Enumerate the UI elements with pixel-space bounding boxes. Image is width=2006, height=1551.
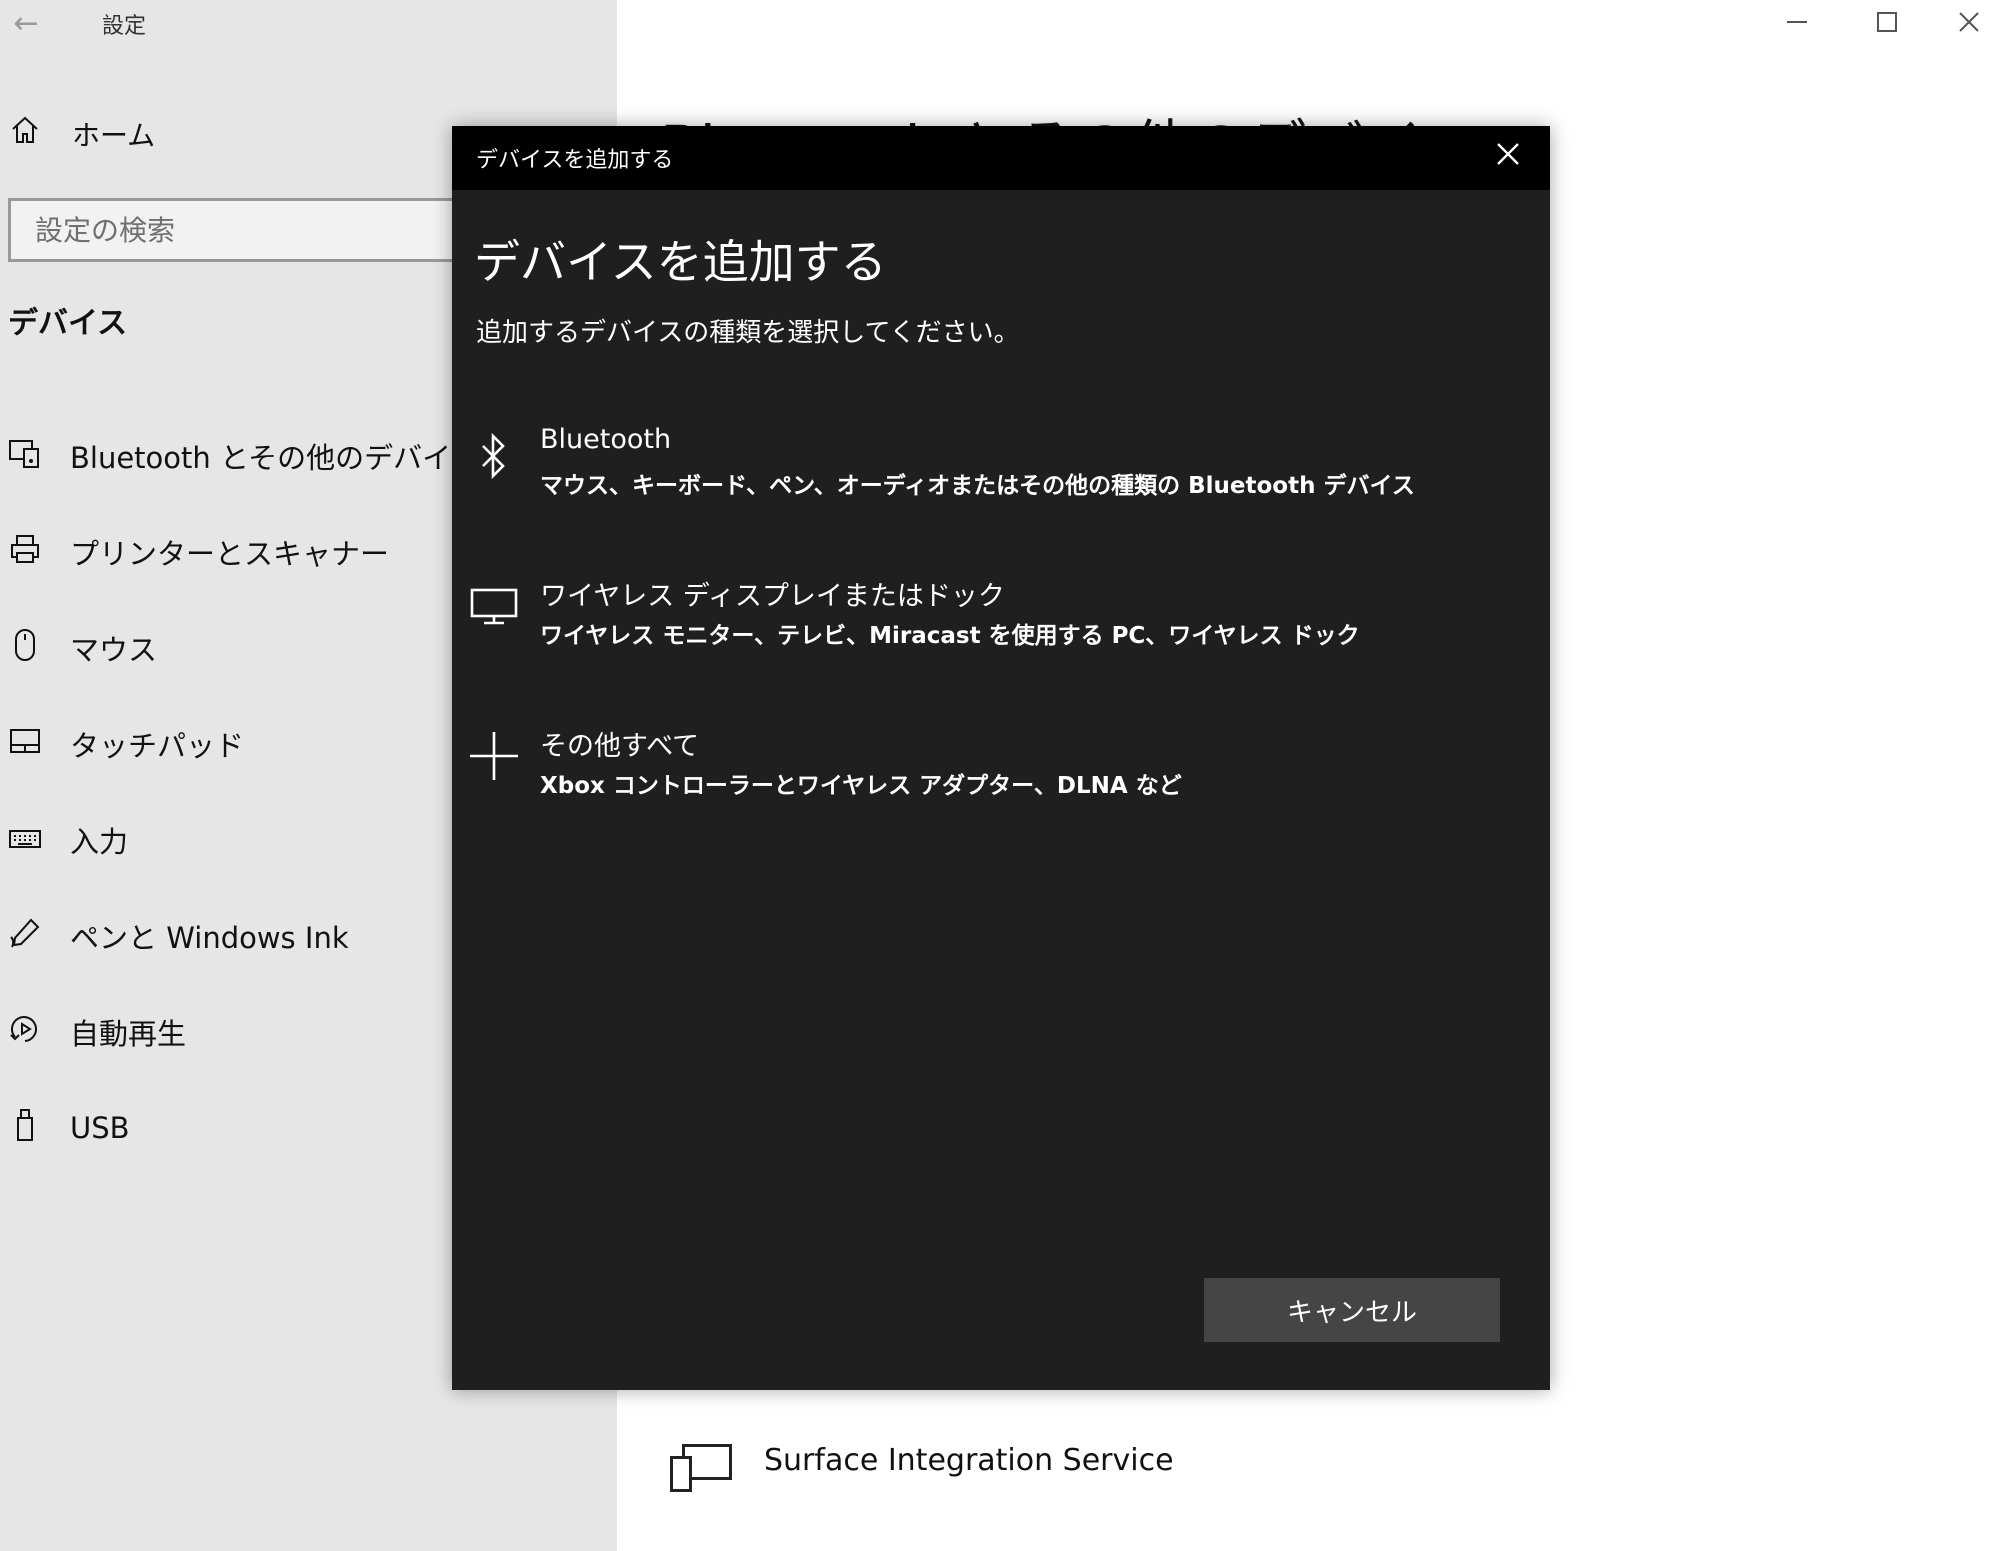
mouse-icon <box>0 628 50 669</box>
dialog-titlebar: デバイスを追加する <box>452 126 1550 190</box>
sidebar-item-label: USB <box>70 1111 130 1145</box>
option-description: ワイヤレス モニター、テレビ、Miracast を使用する PC、ワイヤレス ド… <box>540 623 1360 649</box>
dialog-subtitle: 追加するデバイスの種類を選択してください。 <box>476 318 1020 348</box>
autoplay-icon <box>0 1013 50 1052</box>
minimize-icon <box>1787 21 1807 23</box>
option-title: その他すべて <box>540 731 700 762</box>
sidebar-item-label: 入力 <box>70 825 129 859</box>
sidebar-item-label: ペンと Windows Ink <box>70 921 349 955</box>
maximize-icon <box>1877 12 1897 32</box>
cancel-button[interactable]: キャンセル <box>1204 1278 1500 1342</box>
home-icon <box>0 114 50 154</box>
option-title: Bluetooth <box>540 424 672 455</box>
minimize-button[interactable] <box>1752 0 1842 44</box>
sidebar-item-label: Bluetooth とその他のデバイス <box>70 441 480 475</box>
option-bluetooth[interactable]: Bluetooth マウス、キーボード、ペン、オーディオまたはその他の種類の B… <box>452 416 1550 526</box>
sidebar-item-label: タッチパッド <box>70 729 245 763</box>
dialog-close-button[interactable] <box>1488 138 1528 178</box>
close-icon <box>1497 143 1519 165</box>
device-name: Surface Integration Service <box>764 1442 1174 1478</box>
sidebar-item-label: プリンターとスキャナー <box>70 537 390 571</box>
option-wireless-display[interactable]: ワイヤレス ディスプレイまたはドック ワイヤレス モニター、テレビ、Miraca… <box>452 566 1550 676</box>
usb-icon <box>0 1108 50 1149</box>
maximize-button[interactable] <box>1842 0 1932 44</box>
printer-icon <box>0 533 50 572</box>
plus-icon <box>464 716 524 796</box>
app-title: 設定 <box>102 14 147 39</box>
option-title: ワイヤレス ディスプレイまたはドック <box>540 581 1005 612</box>
option-everything-else[interactable]: その他すべて Xbox コントローラーとワイヤレス アダプター、DLNA など <box>452 716 1550 826</box>
bluetooth-icon <box>464 416 524 496</box>
dialog-titlebar-text: デバイスを追加する <box>476 148 674 173</box>
option-description: Xbox コントローラーとワイヤレス アダプター、DLNA など <box>540 773 1182 799</box>
pen-icon <box>0 917 50 956</box>
add-device-dialog: デバイスを追加する デバイスを追加する 追加するデバイスの種類を選択してください… <box>452 126 1550 1390</box>
device-list-item[interactable]: Surface Integration Service <box>668 1440 1174 1492</box>
monitor-icon <box>464 566 524 646</box>
section-title: デバイス <box>8 306 128 341</box>
dialog-heading: デバイスを追加する <box>474 235 887 289</box>
touchpad-icon <box>0 727 50 762</box>
back-arrow-icon[interactable]: ← <box>8 6 44 42</box>
surface-device-icon <box>668 1440 734 1492</box>
sidebar-item-label: 自動再生 <box>70 1017 187 1051</box>
keyboard-icon <box>0 824 50 857</box>
close-icon <box>1959 12 1979 32</box>
sidebar-item-label: マウス <box>70 633 158 667</box>
bluetooth-devices-icon <box>0 437 50 476</box>
option-description: マウス、キーボード、ペン、オーディオまたはその他の種類の Bluetooth デ… <box>540 473 1415 499</box>
close-window-button[interactable] <box>1932 0 2006 44</box>
nav-home-label: ホーム <box>72 119 156 152</box>
